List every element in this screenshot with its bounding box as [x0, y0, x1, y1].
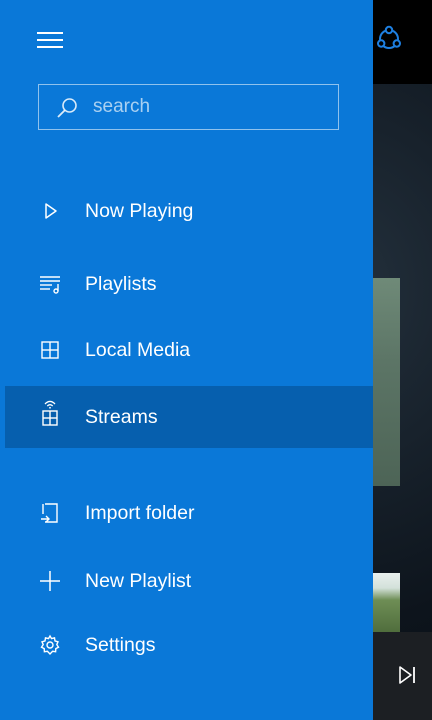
action-label: Import folder: [85, 502, 195, 524]
share-icon: [376, 25, 401, 49]
hamburger-menu-button[interactable]: [34, 26, 68, 54]
media-thumbnail[interactable]: [372, 278, 400, 486]
nav-item-label: Playlists: [85, 273, 157, 295]
nav-item-now-playing[interactable]: Now Playing: [5, 180, 373, 242]
skip-next-icon: [399, 666, 415, 684]
action-label: New Playlist: [85, 570, 192, 592]
import-folder-button[interactable]: Import folder: [5, 482, 373, 544]
navigation-drawer: Now Playing Playlists Local Media: [0, 0, 373, 720]
search-box[interactable]: [38, 84, 339, 130]
nav-item-label: Local Media: [85, 339, 191, 361]
gear-icon: [38, 633, 62, 657]
media-thumbnail[interactable]: [372, 573, 400, 633]
new-playlist-button[interactable]: New Playlist: [5, 550, 373, 612]
play-icon: [38, 199, 62, 223]
hamburger-bar: [37, 32, 63, 34]
hamburger-bar: [37, 46, 63, 48]
plus-icon: [38, 569, 62, 593]
search-input[interactable]: [93, 85, 323, 129]
import-folder-icon: [38, 501, 62, 525]
action-label: Settings: [85, 634, 156, 656]
local-media-icon: [38, 338, 62, 362]
playlist-icon: [38, 272, 62, 296]
nav-item-streams[interactable]: Streams: [5, 386, 373, 448]
nav-item-label: Streams: [85, 406, 158, 428]
nav-item-label: Now Playing: [85, 200, 194, 222]
streams-icon: [38, 398, 62, 428]
hamburger-bar: [37, 39, 63, 41]
nav-item-playlists[interactable]: Playlists: [5, 253, 373, 315]
next-track-button[interactable]: [394, 662, 420, 688]
nav-item-local-media[interactable]: Local Media: [5, 319, 373, 381]
settings-button[interactable]: Settings: [5, 614, 373, 676]
share-button[interactable]: [374, 24, 404, 54]
search-icon: [55, 96, 79, 120]
